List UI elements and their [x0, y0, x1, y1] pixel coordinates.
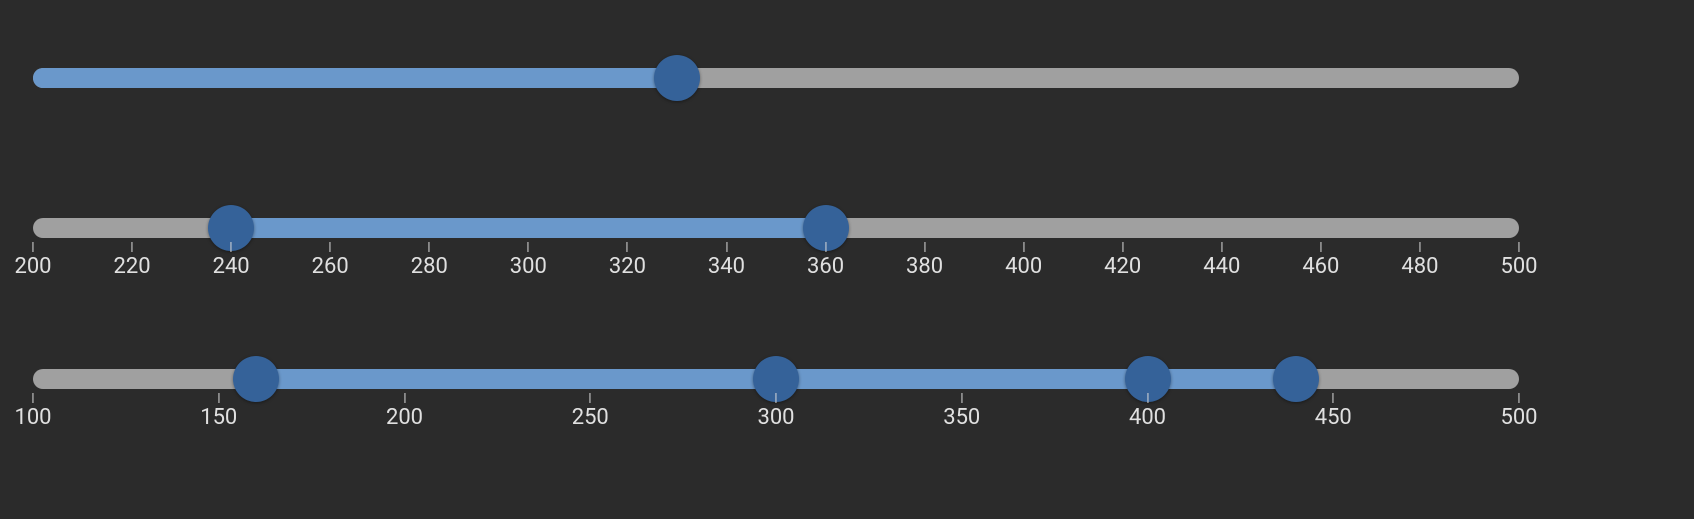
tick-label: 360 — [807, 254, 844, 279]
tick-label: 350 — [943, 405, 980, 430]
tick: 380 — [906, 242, 943, 279]
tick: 280 — [411, 242, 448, 279]
tick-label: 100 — [14, 405, 51, 430]
tick-label: 340 — [708, 254, 745, 279]
tick-mark — [590, 393, 591, 403]
tick-label: 440 — [1203, 254, 1240, 279]
tick-mark — [726, 242, 727, 252]
tick-label: 300 — [510, 254, 547, 279]
tick-mark — [1519, 242, 1520, 252]
tick-mark — [627, 242, 628, 252]
tick: 500 — [1500, 242, 1537, 279]
tick: 420 — [1104, 242, 1141, 279]
tick-label: 200 — [14, 254, 51, 279]
tick-label: 200 — [386, 405, 423, 430]
tick: 300 — [757, 393, 794, 430]
tick-label: 400 — [1129, 405, 1166, 430]
tick-label: 500 — [1500, 405, 1537, 430]
tick-mark — [33, 242, 34, 252]
tick-label: 500 — [1500, 254, 1537, 279]
slider-ticks: 2002202402602803003203403603804004204404… — [33, 242, 1519, 282]
tick-label: 400 — [1005, 254, 1042, 279]
tick: 500 — [1500, 393, 1537, 430]
tick-label: 240 — [213, 254, 250, 279]
tick-mark — [1147, 393, 1148, 403]
tick-mark — [132, 242, 133, 252]
tick-mark — [528, 242, 529, 252]
tick: 400 — [1005, 242, 1042, 279]
tick-mark — [218, 393, 219, 403]
tick-mark — [231, 242, 232, 252]
tick: 200 — [386, 393, 423, 430]
tick: 220 — [114, 242, 151, 279]
tick-mark — [33, 393, 34, 403]
tick-label: 220 — [114, 254, 151, 279]
tick: 320 — [609, 242, 646, 279]
tick-label: 420 — [1104, 254, 1141, 279]
tick: 340 — [708, 242, 745, 279]
slider-ticks: 100150200250300350400450500 — [33, 393, 1519, 433]
tick: 100 — [14, 393, 51, 430]
tick-mark — [1519, 393, 1520, 403]
slider-fill — [33, 68, 677, 88]
tick: 260 — [312, 242, 349, 279]
tick-label: 320 — [609, 254, 646, 279]
tick: 240 — [213, 242, 250, 279]
tick-mark — [776, 393, 777, 403]
tick: 450 — [1315, 393, 1352, 430]
tick-label: 150 — [200, 405, 237, 430]
slider-thumb[interactable] — [654, 55, 700, 101]
slider-track[interactable] — [33, 218, 1519, 238]
tick-mark — [330, 242, 331, 252]
tick-mark — [1320, 242, 1321, 252]
tick: 200 — [14, 242, 51, 279]
tick: 150 — [200, 393, 237, 430]
tick-mark — [1333, 393, 1334, 403]
tick-label: 250 — [572, 405, 609, 430]
slider-multi: 100150200250300350400450500 — [33, 369, 1519, 433]
tick: 360 — [807, 242, 844, 279]
tick-label: 460 — [1302, 254, 1339, 279]
tick-mark — [825, 242, 826, 252]
tick: 440 — [1203, 242, 1240, 279]
tick-mark — [1221, 242, 1222, 252]
tick: 480 — [1401, 242, 1438, 279]
tick-mark — [1419, 242, 1420, 252]
tick: 350 — [943, 393, 980, 430]
tick-mark — [1023, 242, 1024, 252]
tick-label: 300 — [757, 405, 794, 430]
tick-label: 260 — [312, 254, 349, 279]
tick-label: 380 — [906, 254, 943, 279]
slider-fill — [231, 218, 825, 238]
slider-track[interactable] — [33, 369, 1519, 389]
tick: 300 — [510, 242, 547, 279]
tick-label: 280 — [411, 254, 448, 279]
tick-mark — [924, 242, 925, 252]
slider-single — [33, 68, 1519, 88]
tick-mark — [1122, 242, 1123, 252]
tick: 250 — [572, 393, 609, 430]
tick-label: 450 — [1315, 405, 1352, 430]
slider-track[interactable] — [33, 68, 1519, 88]
tick: 460 — [1302, 242, 1339, 279]
slider-demo-stage: 200 220 240 260 280 300 320 340 360 380 400 420 440 4… — [0, 0, 1694, 519]
tick-mark — [961, 393, 962, 403]
tick-mark — [404, 393, 405, 403]
tick-mark — [429, 242, 430, 252]
tick: 400 — [1129, 393, 1166, 430]
tick-label: 480 — [1401, 254, 1438, 279]
slider-range: 2002202402602803003203403603804004204404… — [33, 218, 1519, 282]
